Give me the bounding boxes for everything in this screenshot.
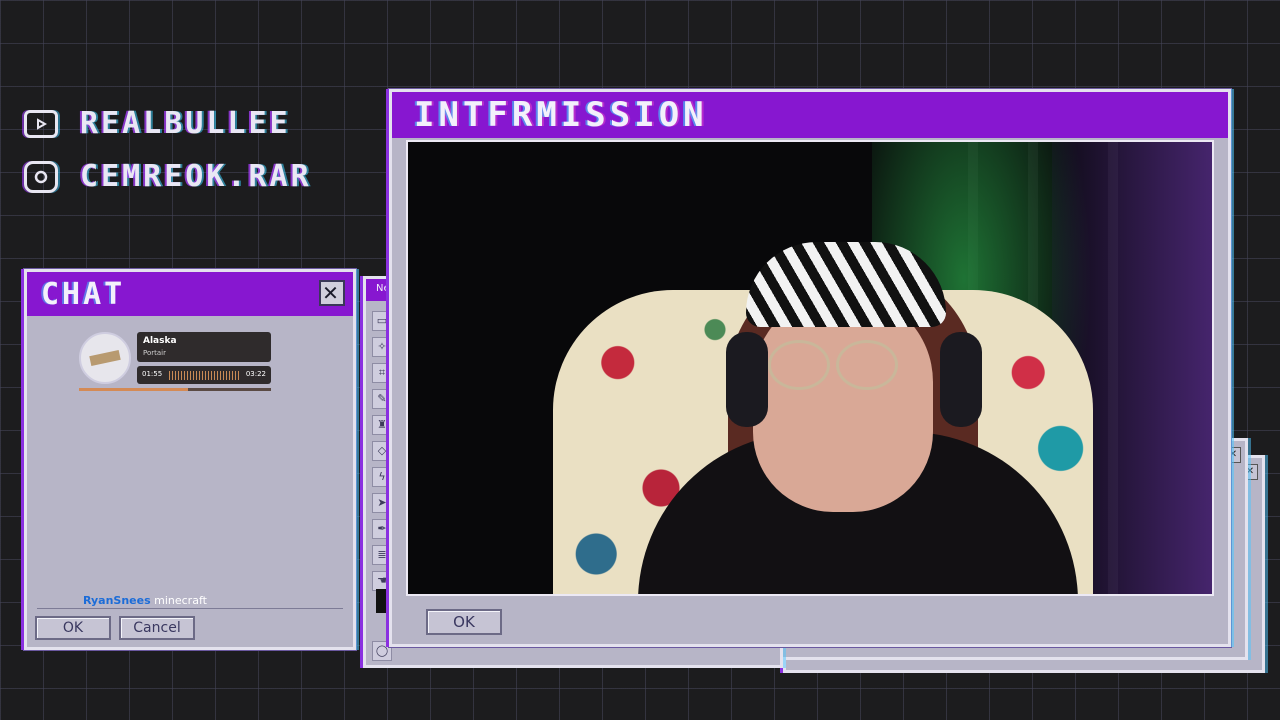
tools-title: Ne — [376, 283, 390, 294]
intermission-titlebar: INTFRMISSION — [392, 92, 1228, 138]
youtube-handle: REALBULLEE — [80, 106, 291, 141]
chat-window: CHAT ✕ Alaska Portair 01:55 03:22 RyanSn… — [24, 269, 356, 650]
ok-button[interactable]: OK — [35, 616, 111, 640]
track-title: Alaska — [143, 336, 177, 346]
elapsed-time: 01:55 — [142, 370, 163, 378]
social-instagram: CEMREOK.RAR — [24, 159, 312, 194]
ok-button[interactable]: OK — [426, 609, 502, 635]
player-bar: 01:55 03:22 — [137, 366, 271, 384]
track-artist: Portair — [143, 349, 166, 357]
track-progress[interactable] — [79, 388, 271, 391]
webcam-feed — [406, 140, 1214, 596]
close-button[interactable]: ✕ — [319, 280, 345, 306]
headphones — [726, 332, 768, 427]
window-title: INTFRMISSION — [414, 95, 708, 135]
chat-username: RyanSnees — [83, 594, 151, 607]
zebra-headband — [746, 242, 946, 327]
track-progress-fill — [79, 388, 189, 391]
chat-title: CHAT — [41, 277, 126, 312]
divider — [37, 608, 343, 609]
waveform — [169, 371, 241, 380]
chat-titlebar: CHAT ✕ — [27, 272, 353, 316]
track-info: Alaska Portair — [137, 332, 271, 362]
glasses — [836, 340, 898, 390]
glasses — [768, 340, 830, 390]
chat-message: RyanSnees minecraft — [83, 594, 207, 607]
track-duration: 03:22 — [245, 370, 266, 378]
instagram-icon — [24, 160, 58, 193]
social-youtube: REALBULLEE — [24, 106, 291, 141]
intermission-window: INTFRMISSION OK — [389, 89, 1231, 647]
youtube-icon — [24, 109, 58, 138]
album-art — [79, 332, 131, 384]
instagram-handle: CEMREOK.RAR — [80, 159, 312, 194]
now-playing-widget: Alaska Portair 01:55 03:22 — [79, 332, 273, 394]
headphones — [940, 332, 982, 427]
cancel-button[interactable]: Cancel — [119, 616, 195, 640]
chat-text: minecraft — [154, 594, 207, 607]
color-swatch-foreground[interactable] — [376, 589, 390, 613]
